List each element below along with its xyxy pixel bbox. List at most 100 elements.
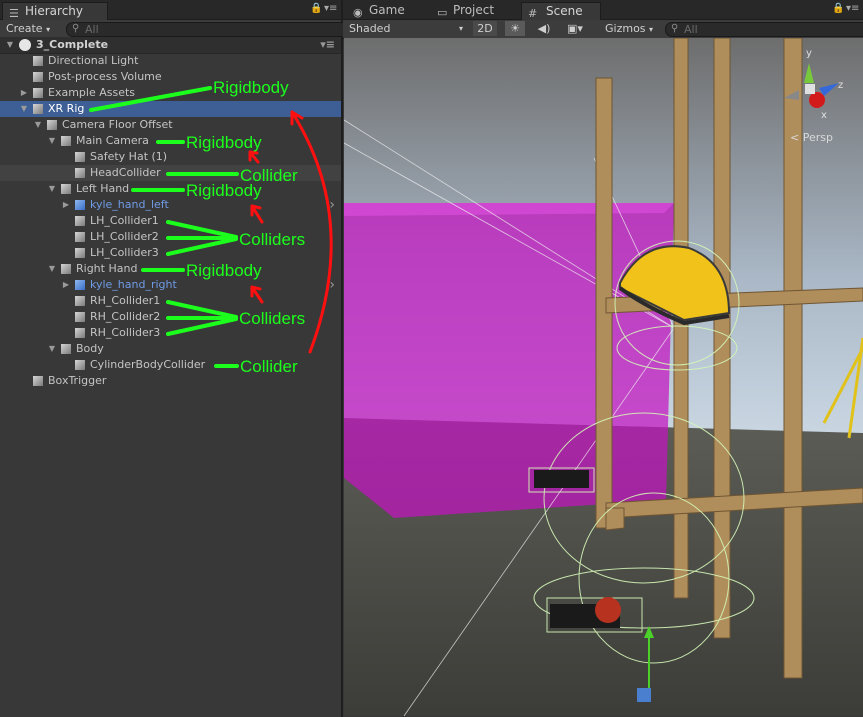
search-icon: ⚲ xyxy=(671,23,679,34)
hierarchy-tree: ▼ 3_Complete ▾≡ Directional Light Post-pr… xyxy=(0,37,341,717)
hierarchy-item-camera-floor-offset[interactable]: ▼ Camera Floor Offset xyxy=(0,117,341,133)
hierarchy-item-label: Main Camera xyxy=(76,134,149,147)
hierarchy-item-label: kyle_hand_right xyxy=(90,278,177,291)
persp-label[interactable]: < Persp xyxy=(790,131,833,144)
gameobject-cube-icon xyxy=(75,216,85,226)
game-controller-icon: ◉ xyxy=(353,6,363,19)
tab-scene[interactable]: # Scene xyxy=(521,2,601,20)
folder-icon: ▭ xyxy=(437,6,448,19)
tab-menu-icon[interactable]: ▾≡ xyxy=(324,3,337,14)
search-icon: ⚲ xyxy=(72,23,80,34)
hierarchy-item-post-process-volume[interactable]: Post-process Volume xyxy=(0,69,341,85)
hierarchy-item-label: RH_Collider1 xyxy=(90,294,161,307)
hierarchy-item-label: RH_Collider2 xyxy=(90,310,161,323)
hierarchy-item-label: Directional Light xyxy=(48,54,139,67)
dropdown-arrow-icon: ▾ xyxy=(459,24,464,33)
gameobject-cube-icon xyxy=(61,136,71,146)
expand-right-icon[interactable]: ▶ xyxy=(61,277,71,293)
scene-viewport[interactable]: y z x < Persp xyxy=(344,38,863,716)
axis-z-label: z xyxy=(838,80,843,91)
expand-right-icon[interactable]: ▶ xyxy=(19,85,29,101)
gameobject-cube-icon xyxy=(75,328,85,338)
unity-scene-icon xyxy=(19,39,31,51)
hierarchy-item-lh-collider1[interactable]: LH_Collider1 xyxy=(0,213,341,229)
dropdown-arrow-icon: ▾ xyxy=(46,25,51,34)
hierarchy-item-rh-collider1[interactable]: RH_Collider1 xyxy=(0,293,341,309)
hierarchy-search-input[interactable]: ⚲ All xyxy=(66,22,354,37)
audio-toggle-icon[interactable]: ◀) xyxy=(536,21,552,36)
annotation-colliders-right: Colliders xyxy=(239,309,306,328)
lock-icon[interactable]: 🔒 xyxy=(310,3,322,14)
scene-render[interactable]: y z x < Persp xyxy=(344,38,863,716)
gameobject-cube-icon xyxy=(75,296,85,306)
gizmos-dropdown[interactable]: Gizmos ▾ xyxy=(605,21,659,36)
gameobject-cube-icon xyxy=(75,168,85,178)
gameobject-cube-icon xyxy=(33,376,43,386)
tab-menu-icon[interactable]: ▾≡ xyxy=(846,3,859,14)
annotation-rigidbody-right-hand: Rigidbody xyxy=(186,261,262,280)
scene-search-input[interactable]: ⚲ All xyxy=(665,22,863,37)
hierarchy-item-label: CylinderBodyCollider xyxy=(90,358,206,371)
scene-toolbar: Shaded ▾ 2D ☀ ◀) ▣▾ Gizmos ▾ ⚲ All xyxy=(343,20,863,39)
scene-header-row[interactable]: ▼ 3_Complete ▾≡ xyxy=(0,37,341,54)
annotation-rigidbody-left-hand: Rigidbody xyxy=(186,181,262,200)
persp-text: Persp xyxy=(803,131,833,144)
hierarchy-item-label: LH_Collider1 xyxy=(90,214,159,227)
hierarchy-item-example-assets[interactable]: ▶ Example Assets xyxy=(0,85,341,101)
hierarchy-item-kyle-hand-left[interactable]: ▶ kyle_hand_left › xyxy=(0,197,341,213)
expand-down-icon[interactable]: ▼ xyxy=(47,181,57,197)
scene-tabbar: ◉ Game ▭ Project # Scene 🔒 ▾≡ xyxy=(343,0,863,20)
box-trigger-volume xyxy=(344,203,674,518)
hierarchy-item-right-hand[interactable]: ▼ Right Hand xyxy=(0,261,341,277)
expand-down-icon[interactable]: ▼ xyxy=(19,101,29,117)
hierarchy-item-label: kyle_hand_left xyxy=(90,198,169,211)
expand-right-icon[interactable]: ▶ xyxy=(61,197,71,213)
expand-down-icon[interactable]: ▼ xyxy=(47,261,57,277)
tab-project[interactable]: ▭ Project xyxy=(431,2,523,19)
hierarchy-toolbar: Create ▾ ⚲ All xyxy=(0,20,354,38)
expand-down-icon[interactable]: ▼ xyxy=(5,37,15,53)
expand-down-icon[interactable]: ▼ xyxy=(47,341,57,357)
create-button[interactable]: Create ▾ xyxy=(6,21,58,36)
tab-hierarchy[interactable]: ☰ Hierarchy xyxy=(2,2,108,20)
hierarchy-item-main-camera[interactable]: ▼ Main Camera xyxy=(0,133,341,149)
gameobject-cube-icon xyxy=(61,344,71,354)
gameobject-cube-icon xyxy=(47,120,57,130)
hierarchy-item-label: Safety Hat (1) xyxy=(90,150,168,163)
2d-toggle-button[interactable]: 2D xyxy=(473,21,497,36)
lighting-toggle-icon[interactable]: ☀ xyxy=(505,21,525,36)
gameobject-cube-icon xyxy=(75,360,85,370)
hierarchy-item-safety-hat-1[interactable]: Safety Hat (1) xyxy=(0,149,341,165)
gameobject-cube-icon xyxy=(61,264,71,274)
hierarchy-item-directional-light[interactable]: Directional Light xyxy=(0,53,341,69)
gameobject-cube-icon xyxy=(75,248,85,258)
dropdown-arrow-icon: ▾ xyxy=(649,25,654,34)
effects-toggle-icon[interactable]: ▣▾ xyxy=(563,21,587,36)
open-prefab-icon[interactable]: › xyxy=(329,197,335,213)
prefab-cube-icon xyxy=(75,200,85,210)
hierarchy-item-label: Post-process Volume xyxy=(48,70,162,83)
scene-name-label: 3_Complete xyxy=(36,38,109,51)
annotation-rigidbody-xr-rig: Rigidbody xyxy=(213,78,289,97)
axis-y-label: y xyxy=(806,48,812,59)
hierarchy-item-body[interactable]: ▼ Body xyxy=(0,341,341,357)
gameobject-cube-icon xyxy=(75,312,85,322)
lock-icon[interactable]: 🔒 xyxy=(832,3,844,14)
shading-mode-dropdown[interactable]: Shaded ▾ xyxy=(349,21,467,36)
gameobject-cube-icon xyxy=(33,56,43,66)
hierarchy-item-label: LH_Collider2 xyxy=(90,230,159,243)
gameobject-cube-icon xyxy=(61,184,71,194)
hierarchy-item-label: Right Hand xyxy=(76,262,138,275)
hierarchy-item-kyle-hand-right[interactable]: ▶ kyle_hand_right › xyxy=(0,277,341,293)
hierarchy-tabbar: ☰ Hierarchy 🔒 ▾≡ xyxy=(0,0,341,20)
scene-panel: ◉ Game ▭ Project # Scene 🔒 ▾≡ Shaded ▾ 2… xyxy=(343,0,863,717)
hierarchy-item-label: Body xyxy=(76,342,104,355)
open-prefab-icon[interactable]: › xyxy=(329,277,335,293)
expand-down-icon[interactable]: ▼ xyxy=(47,133,57,149)
gameobject-cube-icon xyxy=(33,88,43,98)
expand-down-icon[interactable]: ▼ xyxy=(33,117,43,133)
tab-game[interactable]: ◉ Game xyxy=(347,2,433,19)
scene-menu-icon[interactable]: ▾≡ xyxy=(320,37,335,53)
gameobject-cube-icon xyxy=(33,104,43,114)
hierarchy-item-xr-rig[interactable]: ▼ XR Rig xyxy=(0,101,341,117)
